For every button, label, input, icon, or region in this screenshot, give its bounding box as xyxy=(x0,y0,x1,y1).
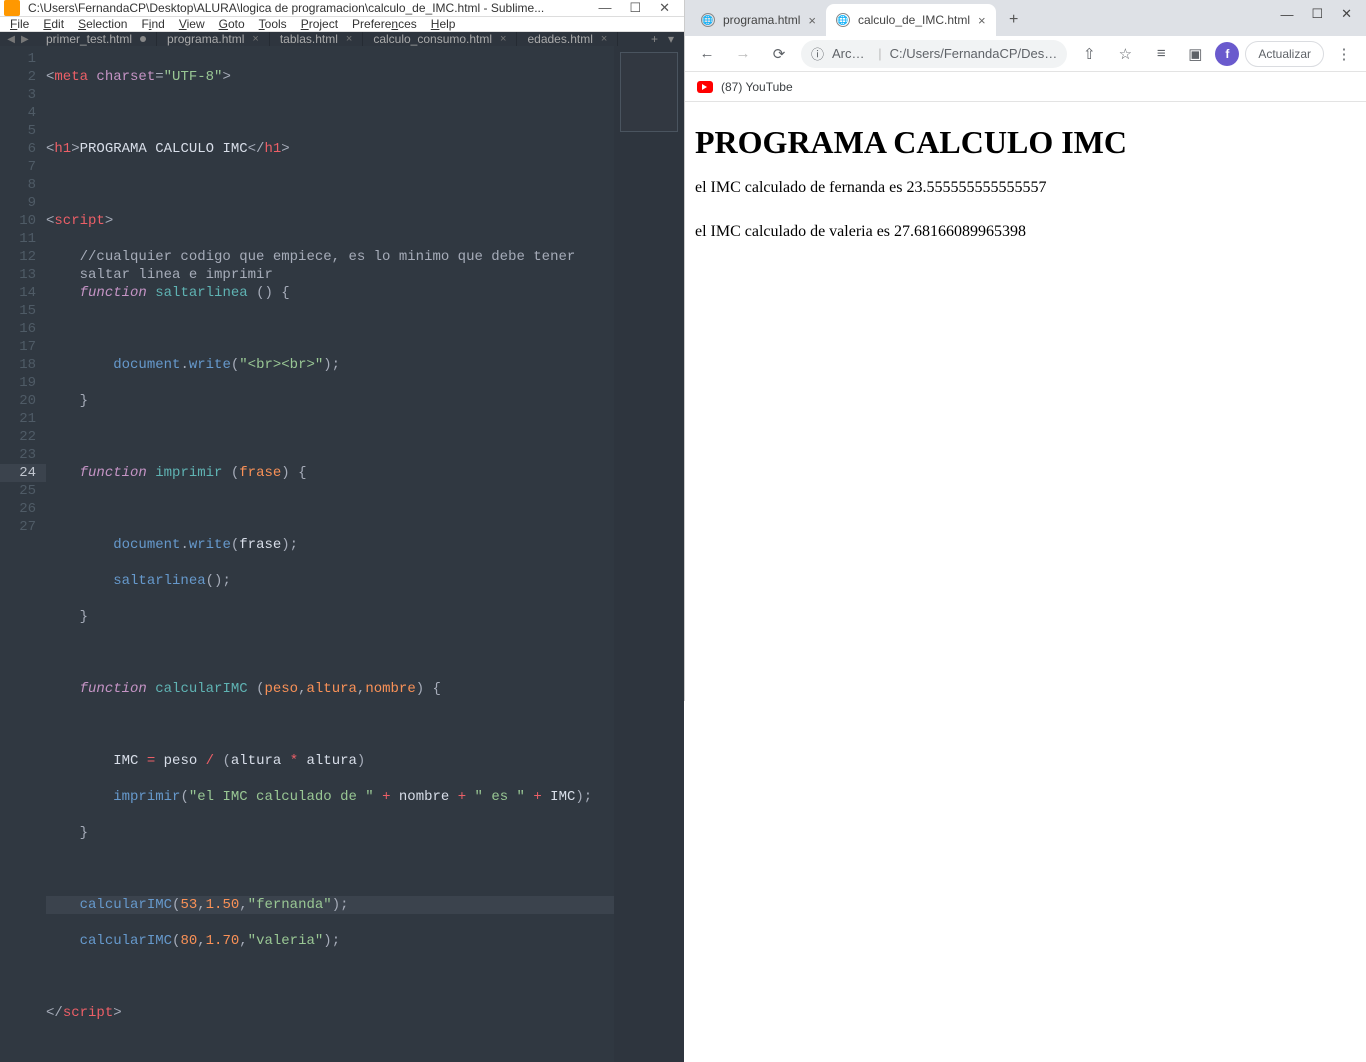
bookmark-youtube[interactable]: (87) YouTube xyxy=(721,80,793,94)
tab-label: programa.html xyxy=(167,32,244,46)
chrome-tab-calculo-imc[interactable]: 🌐 calculo_de_IMC.html × xyxy=(826,4,996,36)
reader-icon: ≡ xyxy=(1157,45,1166,62)
globe-icon: 🌐 xyxy=(701,13,715,27)
tab-label: tablas.html xyxy=(280,32,338,46)
bookmark-star-button[interactable]: ☆ xyxy=(1111,40,1139,68)
tab-close-icon[interactable]: × xyxy=(252,33,258,45)
plus-icon: + xyxy=(1009,11,1018,29)
new-tab-button[interactable]: + xyxy=(651,32,658,46)
reading-list-button[interactable]: ≡ xyxy=(1147,40,1175,68)
minimap[interactable] xyxy=(614,46,684,1062)
reload-button[interactable]: ⟳ xyxy=(765,40,793,68)
page-content: PROGRAMA CALCULO IMC el IMC calculado de… xyxy=(685,102,1366,701)
tab-label: programa.html xyxy=(723,13,800,27)
address-bar[interactable]: ⓘ Archivo | C:/Users/FernandaCP/Desktop.… xyxy=(801,40,1067,68)
menu-find[interactable]: Find xyxy=(141,17,164,31)
chrome-toolbar: ← → ⟳ ⓘ Archivo | C:/Users/FernandaCP/De… xyxy=(685,36,1366,72)
arrow-left-icon: ← xyxy=(700,45,715,62)
sublime-editor: 1234 5678 9101112 13141516 17181920 2122… xyxy=(0,46,684,1062)
sublime-titlebar: C:\Users\FernandaCP\Desktop\ALURA\logica… xyxy=(0,0,684,17)
url-separator: | xyxy=(878,46,881,61)
panel-icon: ▣ xyxy=(1188,45,1202,63)
kebab-menu-icon: ⋮ xyxy=(1337,45,1352,63)
chrome-window: 🌐 programa.html × 🌐 calculo_de_IMC.html … xyxy=(684,0,1366,701)
sublime-menu-bar: File Edit Selection Find View Goto Tools… xyxy=(0,17,684,32)
sublime-title: C:\Users\FernandaCP\Desktop\ALURA\logica… xyxy=(28,1,598,15)
sublime-window-controls: — ☐ ✕ xyxy=(598,0,680,16)
tab-nav-left-icon[interactable]: ◀ xyxy=(7,34,15,45)
page-heading: PROGRAMA CALCULO IMC xyxy=(695,124,1356,161)
line-number-gutter: 1234 5678 9101112 13141516 17181920 2122… xyxy=(0,46,46,1062)
chrome-titlebar: 🌐 programa.html × 🌐 calculo_de_IMC.html … xyxy=(685,0,1366,36)
tab-nav-right-icon[interactable]: ▶ xyxy=(21,34,29,45)
globe-icon: 🌐 xyxy=(836,13,850,27)
tab-close-icon[interactable]: × xyxy=(500,33,506,45)
arrow-right-icon: → xyxy=(736,45,751,62)
result-line-2: el IMC calculado de valeria es 27.681660… xyxy=(695,223,1356,241)
maximize-button[interactable]: ☐ xyxy=(1311,6,1323,22)
dirty-dot-icon xyxy=(140,36,146,42)
tab-label: edades.html xyxy=(527,32,592,46)
tab-close-icon[interactable]: × xyxy=(978,13,986,28)
result-line-1: el IMC calculado de fernanda es 23.55555… xyxy=(695,179,1356,197)
close-button[interactable]: ✕ xyxy=(659,0,670,16)
tab-tablas[interactable]: tablas.html × xyxy=(270,32,363,46)
update-button[interactable]: Actualizar xyxy=(1245,41,1324,67)
tab-label: primer_test.html xyxy=(46,32,132,46)
share-button[interactable]: ⇧ xyxy=(1075,40,1103,68)
tab-close-icon[interactable]: × xyxy=(808,13,816,28)
tab-overflow-button[interactable]: ▾ xyxy=(668,32,674,46)
tab-edades[interactable]: edades.html × xyxy=(517,32,618,46)
menu-help[interactable]: Help xyxy=(431,17,456,31)
sublime-window: C:\Users\FernandaCP\Desktop\ALURA\logica… xyxy=(0,0,684,701)
sublime-logo-icon xyxy=(4,0,20,16)
maximize-button[interactable]: ☐ xyxy=(629,0,641,16)
menu-edit[interactable]: Edit xyxy=(43,17,64,31)
tab-close-icon[interactable]: × xyxy=(346,33,352,45)
youtube-icon xyxy=(697,81,713,93)
bookmarks-bar: (87) YouTube xyxy=(685,72,1366,102)
update-label: Actualizar xyxy=(1258,47,1311,61)
info-icon[interactable]: ⓘ xyxy=(811,44,824,63)
profile-avatar[interactable]: f xyxy=(1215,42,1239,66)
code-area[interactable]: <meta charset="UTF-8"> <h1>PROGRAMA CALC… xyxy=(46,46,614,1062)
url-path: C:/Users/FernandaCP/Desktop... xyxy=(890,46,1058,61)
minimap-viewport[interactable] xyxy=(620,52,678,132)
sublime-tab-bar: ◀ ▶ primer_test.html programa.html × tab… xyxy=(0,32,684,46)
tab-calculo-consumo[interactable]: calculo_consumo.html × xyxy=(363,32,517,46)
tab-label: calculo_consumo.html xyxy=(373,32,492,46)
menu-project[interactable]: Project xyxy=(301,17,338,31)
nav-forward-button[interactable]: → xyxy=(729,40,757,68)
star-icon: ☆ xyxy=(1119,45,1132,63)
minimize-button[interactable]: — xyxy=(598,0,611,16)
close-button[interactable]: ✕ xyxy=(1341,6,1352,22)
url-scheme: Archivo xyxy=(832,46,870,61)
menu-goto[interactable]: Goto xyxy=(219,17,245,31)
new-tab-button[interactable]: + xyxy=(1000,6,1028,34)
menu-preferences[interactable]: Preferences xyxy=(352,17,417,31)
tab-programa[interactable]: programa.html × xyxy=(157,32,270,46)
chrome-menu-button[interactable]: ⋮ xyxy=(1330,40,1358,68)
chrome-tab-strip: 🌐 programa.html × 🌐 calculo_de_IMC.html … xyxy=(685,0,1272,36)
menu-file[interactable]: File xyxy=(10,17,29,31)
menu-tools[interactable]: Tools xyxy=(259,17,287,31)
share-icon: ⇧ xyxy=(1083,45,1096,63)
chrome-tab-programa[interactable]: 🌐 programa.html × xyxy=(691,4,826,36)
tab-strip-right: + ▾ xyxy=(641,32,684,46)
tab-label: calculo_de_IMC.html xyxy=(858,13,970,27)
toolbar-right: ≡ ▣ f Actualizar ⋮ xyxy=(1147,40,1358,68)
nav-back-button[interactable]: ← xyxy=(693,40,721,68)
minimize-button[interactable]: — xyxy=(1280,7,1293,22)
tab-primer-test[interactable]: primer_test.html xyxy=(36,32,157,46)
menu-view[interactable]: View xyxy=(179,17,205,31)
side-panel-button[interactable]: ▣ xyxy=(1181,40,1209,68)
menu-selection[interactable]: Selection xyxy=(78,17,127,31)
tab-close-icon[interactable]: × xyxy=(601,33,607,45)
chrome-window-controls: — ☐ ✕ xyxy=(1272,0,1366,28)
tab-nav: ◀ ▶ xyxy=(0,32,36,46)
reload-icon: ⟳ xyxy=(773,45,786,63)
avatar-letter: f xyxy=(1225,47,1229,61)
